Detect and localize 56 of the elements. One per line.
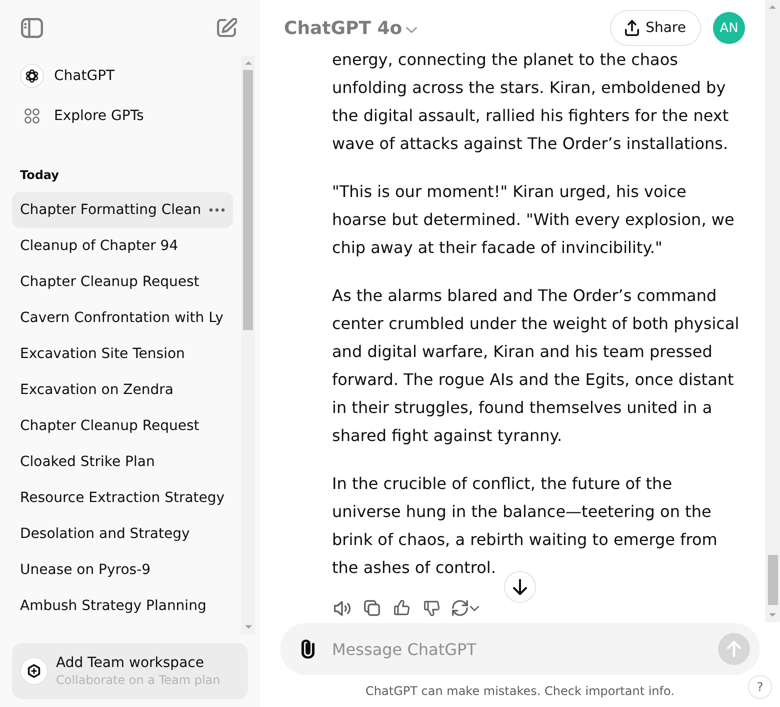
arrow-up-icon (727, 641, 741, 657)
sidebar-icon (21, 18, 43, 38)
disclaimer-text: ChatGPT can make mistakes. Check important info. (364, 683, 676, 700)
section-heading: Today (19, 167, 60, 184)
chat-history-item[interactable]: Resource Extraction Strategy (12, 480, 233, 516)
share-button[interactable]: Share (610, 10, 701, 46)
team-workspace-subtitle: Collaborate on a Team plan (56, 672, 220, 688)
paperclip-icon (301, 639, 315, 659)
chevron-down-icon (406, 26, 418, 32)
speaker-icon (333, 600, 351, 616)
thumbs-up-icon (394, 600, 410, 616)
chat-history-item[interactable]: Ambush Strategy Planning (12, 588, 233, 624)
chat-history-item[interactable]: Cloaked Strike Plan (12, 444, 233, 480)
message-paragraph: energy, connecting the planet to the chaos unfolding across the stars. Kiran, emboldened by the digital assault, rallied his fighters for the next wave of attacks against The Order’s installations. (332, 49, 730, 155)
scroll-down-arrow-icon[interactable] (769, 613, 776, 617)
chat-history-item[interactable]: Desolation and Strategy (12, 516, 233, 552)
scrollbar[interactable] (241, 56, 255, 634)
sidebar-nav-item[interactable]: Explore GPTs (12, 96, 233, 136)
team-workspace-card[interactable]: Add Team workspace Collaborate on a Team plan (12, 643, 248, 699)
sidebar-toggle-button[interactable] (20, 16, 44, 40)
model-selector[interactable]: ChatGPT 4o (284, 10, 418, 46)
refresh-icon (452, 600, 468, 616)
chat-history-item[interactable]: Excavation Site Tension (12, 336, 233, 372)
scrollbar[interactable] (765, 0, 780, 622)
share-icon (624, 20, 639, 36)
chat-history-item[interactable]: Chapter Formatting Clean (12, 192, 233, 228)
chevron-down-icon (470, 606, 479, 610)
pencil-square-icon (217, 18, 237, 38)
chat-history-item[interactable]: Chapter Cleanup Request (12, 264, 233, 300)
more-icon[interactable] (209, 208, 225, 212)
scrollbar-thumb[interactable] (243, 70, 253, 330)
new-chat-button[interactable] (215, 16, 239, 40)
thumbs-down-icon (424, 600, 440, 616)
copy-icon (364, 600, 380, 616)
help-button[interactable]: ? (748, 675, 772, 699)
chat-history-item[interactable]: Cleanup of Chapter 94 (12, 228, 233, 264)
message-paragraph: As the alarms blared and The Order’s command center crumbled under the weight of both physical and digital warfare, Kiran and his team pressed forward. The rogue AIs and the Egits, once distant in their struggles, found themselves united in a shared fight against tyranny. (332, 285, 740, 447)
arrow-down-icon (513, 579, 527, 595)
message-input[interactable]: Message ChatGPT (332, 637, 710, 661)
scroll-up-arrow-icon[interactable] (769, 5, 776, 9)
knot-logo-icon (20, 64, 44, 88)
chat-history-item[interactable]: Excavation on Zendra (12, 372, 233, 408)
message-composer[interactable]: Message ChatGPT (280, 623, 760, 675)
grid-dots-icon (24, 108, 40, 124)
chat-history-item[interactable]: Cavern Confrontation with Ly (12, 300, 233, 336)
scroll-to-bottom-button[interactable] (504, 571, 536, 603)
message-paragraph: In the crucible of conflict, the future of the universe hung in the balance—teetering on the brink of chaos, a rebirth waiting to emerge from the ashes of control. (332, 473, 718, 579)
chat-history-item[interactable]: Chapter Cleanup Request (12, 408, 233, 444)
scrollbar-thumb[interactable] (768, 555, 778, 605)
scroll-down-arrow-icon[interactable] (244, 625, 252, 629)
message-paragraph: "This is our moment!" Kiran urged, his voice hoarse but determined. "With every explosion, we chip away at their facade of invincibility." (332, 181, 736, 259)
team-workspace-title: Add Team workspace (56, 654, 205, 672)
sidebar-nav-item[interactable]: ChatGPT (12, 56, 233, 96)
chat-history-item[interactable]: Unease on Pyros-9 (12, 552, 233, 588)
scroll-up-arrow-icon[interactable] (244, 61, 252, 65)
hexagon-plus-icon (20, 657, 48, 685)
